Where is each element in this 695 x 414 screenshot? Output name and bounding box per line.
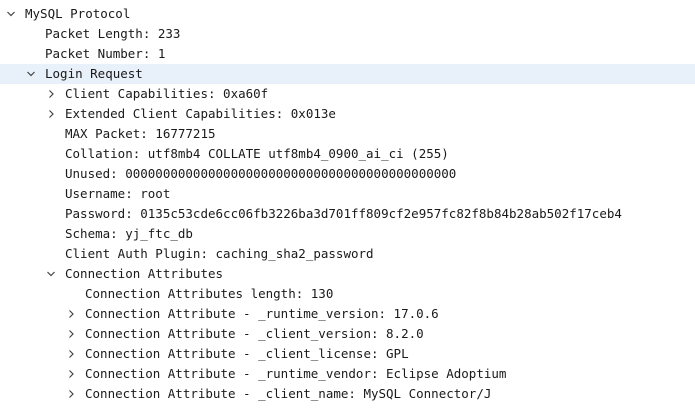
tree-node-label: Packet Length: 233 [45,26,181,41]
tree-node-collation[interactable]: Collation: utf8mb4 COLLATE utf8mb4_0900_… [0,144,695,164]
chevron-down-icon[interactable] [45,264,57,284]
tree-node-label: Unused: 00000000000000000000000000000000… [65,166,457,181]
tree-node-unused[interactable]: Unused: 00000000000000000000000000000000… [0,164,695,184]
tree-node-client-auth-plugin[interactable]: Client Auth Plugin: caching_sha2_passwor… [0,244,695,264]
tree-node-attr-client-license[interactable]: Connection Attribute - _client_license: … [0,344,695,364]
tree-node-conn-attr-length[interactable]: Connection Attributes length: 130 [0,284,695,304]
tree-node-label: Extended Client Capabilities: 0x013e [65,106,336,121]
tree-node-attr-client-name[interactable]: Connection Attribute - _client_name: MyS… [0,384,695,404]
tree-node-label: Login Request [45,66,143,81]
tree-node-label: Connection Attribute - _client_version: … [85,326,424,341]
tree-node-login-request[interactable]: Login Request [0,64,695,84]
tree-node-label: Connection Attribute - _runtime_vendor: … [85,366,507,381]
tree-node-password[interactable]: Password: 0135c53cde6cc06fb3226ba3d701ff… [0,204,695,224]
tree-node-label: Client Auth Plugin: caching_sha2_passwor… [65,246,374,261]
tree-node-packet-length[interactable]: Packet Length: 233 [0,24,695,44]
chevron-right-icon[interactable] [45,104,57,124]
tree-node-label: Schema: yj_ftc_db [65,226,193,241]
chevron-right-icon[interactable] [65,344,77,364]
chevron-right-icon[interactable] [65,324,77,344]
tree-node-label: Username: root [65,186,171,201]
tree-node-packet-number[interactable]: Packet Number: 1 [0,44,695,64]
tree-node-label: Connection Attribute - _client_name: MyS… [85,386,492,401]
tree-node-label: Password: 0135c53cde6cc06fb3226ba3d701ff… [65,206,622,221]
tree-node-ext-client-capabilities[interactable]: Extended Client Capabilities: 0x013e [0,104,695,124]
tree-node-attr-client-version[interactable]: Connection Attribute - _client_version: … [0,324,695,344]
chevron-right-icon[interactable] [65,364,77,384]
tree-node-label: Collation: utf8mb4 COLLATE utf8mb4_0900_… [65,146,449,161]
tree-node-label: Connection Attributes length: 130 [85,286,334,301]
tree-node-max-packet[interactable]: MAX Packet: 16777215 [0,124,695,144]
tree-node-label: Connection Attribute - _client_license: … [85,346,409,361]
chevron-down-icon[interactable] [5,4,17,24]
tree-node-label: Packet Number: 1 [45,46,166,61]
tree-node-attr-runtime-vendor[interactable]: Connection Attribute - _runtime_vendor: … [0,364,695,384]
chevron-right-icon[interactable] [65,384,77,404]
tree-node-label: MAX Packet: 16777215 [65,126,216,141]
chevron-right-icon[interactable] [45,84,57,104]
tree-node-label: MySQL Protocol [25,6,131,21]
tree-node-label: Connection Attribute - _runtime_version:… [85,306,439,321]
tree-node-client-capabilities[interactable]: Client Capabilities: 0xa60f [0,84,695,104]
tree-node-username[interactable]: Username: root [0,184,695,204]
chevron-right-icon[interactable] [65,304,77,324]
tree-node-label: Connection Attributes [65,266,224,281]
tree-node-mysql-protocol[interactable]: MySQL Protocol [0,4,695,24]
tree-node-attr-runtime-version[interactable]: Connection Attribute - _runtime_version:… [0,304,695,324]
tree-node-schema[interactable]: Schema: yj_ftc_db [0,224,695,244]
chevron-down-icon[interactable] [25,64,37,84]
tree-node-label: Client Capabilities: 0xa60f [65,86,269,101]
tree-node-connection-attributes[interactable]: Connection Attributes [0,264,695,284]
